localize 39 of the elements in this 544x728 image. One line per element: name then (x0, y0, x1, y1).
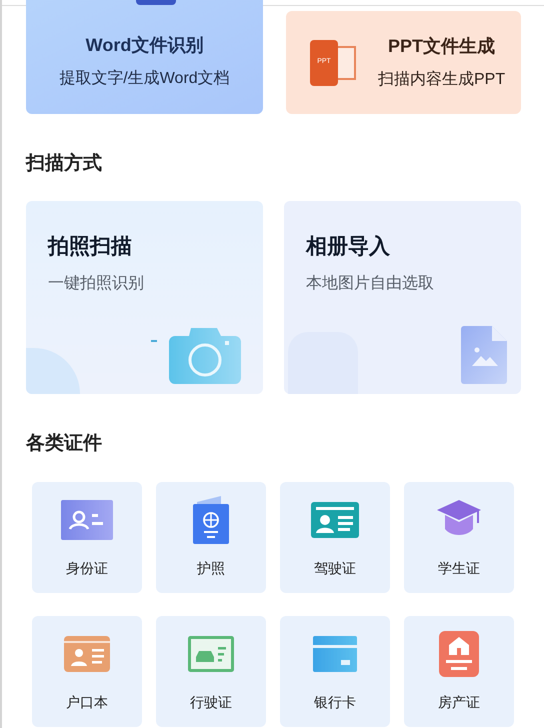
passport-icon (193, 496, 229, 544)
document-type-tile[interactable]: 行驶证 (156, 616, 266, 727)
license-card-icon (311, 502, 359, 538)
scan-option-card[interactable]: 相册导入 本地图片自由选取 (284, 200, 521, 394)
section-heading: 各类证件 (26, 432, 103, 456)
document-type-tile[interactable]: 驾驶证 (280, 482, 390, 593)
document-type-tile[interactable]: 银行卡 (280, 616, 390, 727)
document-type-tile[interactable]: 户口本 (32, 616, 142, 727)
tile-label: 学生证 (438, 559, 480, 578)
section-heading: 扫描方式 (26, 152, 103, 176)
scan-option-card[interactable]: 拍照扫描 一键拍照识别 (26, 200, 263, 394)
tile-label: 驾驶证 (314, 559, 356, 578)
tile-label: 房产证 (438, 693, 480, 712)
bank-card-icon (313, 636, 357, 672)
camera-icon (169, 328, 241, 384)
tile-label: 护照 (197, 559, 225, 578)
profile-card-icon (64, 636, 110, 672)
card-subtitle: 扫描内容生成PPT (378, 70, 506, 90)
card-subtitle: 一键拍照识别 (48, 274, 145, 294)
document-type-tile[interactable]: 护照 (156, 482, 266, 593)
card-title: Word文件识别 (86, 34, 204, 56)
image-file-icon (461, 326, 507, 384)
house-certificate-icon (439, 631, 479, 677)
document-type-tile[interactable]: 房产证 (404, 616, 514, 727)
tile-label: 行驶证 (190, 693, 232, 712)
document-type-tile[interactable]: 学生证 (404, 482, 514, 593)
card-title: PPT文件生成 (388, 35, 496, 58)
decorative-dash (151, 340, 157, 342)
document-type-tile[interactable]: 身份证 (32, 482, 142, 593)
card-title: 拍照扫描 (48, 234, 133, 260)
card-subtitle: 提取文字/生成Word文档 (59, 68, 230, 88)
tile-label: 银行卡 (314, 693, 356, 712)
tile-label: 身份证 (66, 559, 108, 578)
tile-label: 户口本 (66, 693, 108, 712)
id-card-icon (61, 500, 113, 540)
car-card-icon (188, 636, 234, 672)
word-card[interactable]: Word文件识别 提取文字/生成Word文档 (26, 0, 263, 114)
card-subtitle: 本地图片自由选取 (306, 274, 435, 294)
card-title: 相册导入 (306, 234, 391, 260)
